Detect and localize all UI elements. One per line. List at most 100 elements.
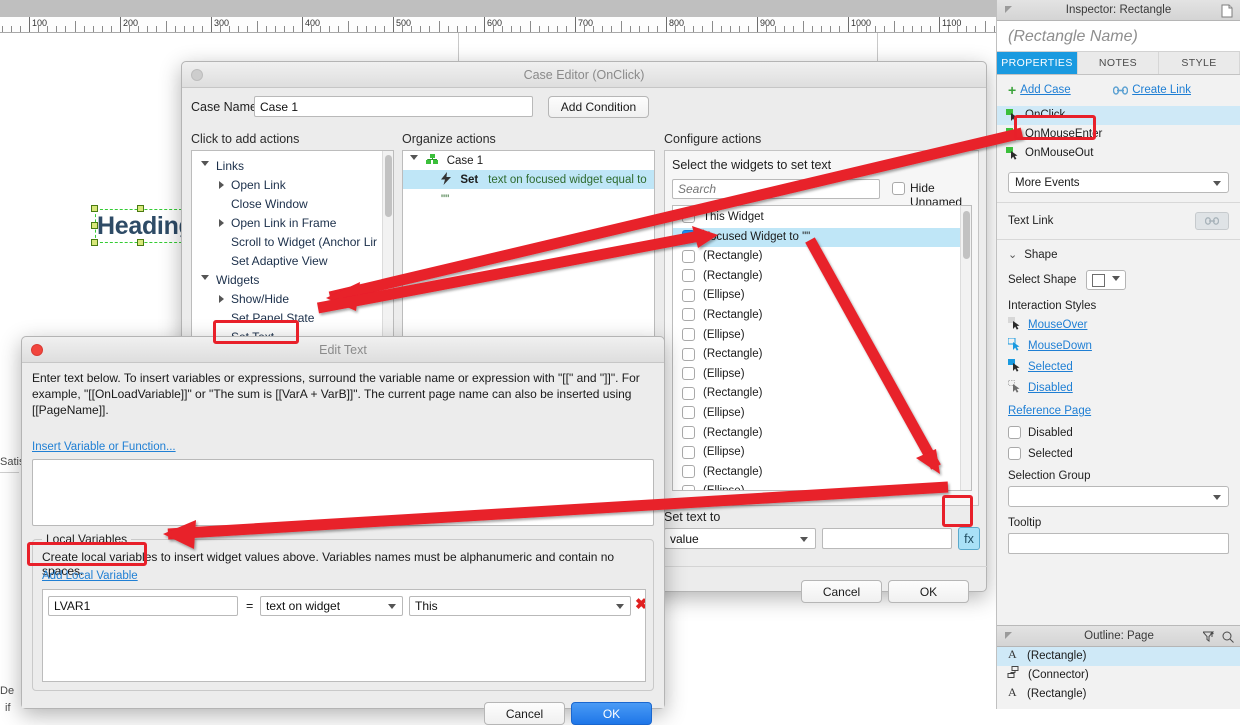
filter-icon[interactable] [1203,631,1215,643]
insert-variable-link[interactable]: Insert Variable or Function... [32,441,176,453]
widget-list-row[interactable]: (Ellipse) [673,286,971,306]
tooltip-input[interactable] [1008,533,1229,554]
interaction-style-mouseover[interactable]: MouseOver [1008,317,1229,333]
lvar-target-select[interactable]: This [409,596,631,616]
event-onmouseout[interactable]: OnMouseOut [997,144,1240,163]
widget-checkbox[interactable] [682,445,695,459]
value-input[interactable] [822,528,952,549]
tab-notes[interactable]: NOTES [1078,52,1159,74]
chevron-down-icon[interactable] [410,155,418,164]
widget-checkbox[interactable] [682,249,695,263]
selected-row[interactable]: Selected [1008,447,1229,460]
interaction-style-link[interactable]: Selected [1028,361,1073,373]
interaction-style-mousedown[interactable]: MouseDown [1007,337,1229,354]
widget-name-field[interactable]: (Rectangle Name) [997,21,1240,52]
link-icon[interactable] [1113,85,1129,95]
widget-list-row[interactable]: (Rectangle) [673,306,971,326]
selected-checkbox[interactable] [1008,447,1021,460]
case-editor-cancel-button[interactable]: Cancel [801,580,882,603]
close-button[interactable] [31,344,43,356]
outline-row[interactable]: (Connector) [997,665,1240,685]
tab-style[interactable]: STYLE [1159,52,1240,74]
interaction-style-disabled[interactable]: Disabled [1008,380,1229,396]
page-icon[interactable] [1221,4,1233,18]
interaction-style-link[interactable]: MouseDown [1028,340,1092,352]
interaction-style-selected[interactable]: Selected [1008,359,1229,375]
action-tree-item[interactable]: Widgets [192,269,393,288]
inspector-panel[interactable]: Inspector: Rectangle (Rectangle Name) PR… [996,0,1240,709]
action-tree-item[interactable]: Show/Hide [192,288,393,307]
add-condition-button[interactable]: Add Condition [548,96,649,118]
heading-widget[interactable]: Heading [91,205,194,246]
widget-list-row[interactable]: (Rectangle) [673,384,971,404]
tab-properties[interactable]: PROPERTIES [997,52,1078,74]
case-name-input[interactable] [254,96,533,117]
actions-tree[interactable]: Links Open Link Close Window Open Link in F… [192,151,393,345]
widget-list-row[interactable]: (Ellipse) [673,482,971,490]
widget-checkbox[interactable] [682,465,695,479]
action-tree-item[interactable]: Open Link [192,174,393,193]
action-tree-item[interactable]: Set Adaptive View [192,250,393,269]
action-tree-item[interactable]: Close Window [192,193,393,212]
chevron-down-icon[interactable] [201,161,209,170]
close-button[interactable] [191,69,203,81]
edit-text-cancel-button[interactable]: Cancel [484,702,565,725]
widget-list-row[interactable]: This Widget [673,208,971,228]
widget-list-row[interactable]: (Rectangle) [673,267,971,287]
reference-page-link[interactable]: Reference Page [1008,405,1229,417]
widget-checkbox[interactable] [682,269,695,283]
widget-checkbox[interactable] [682,426,695,439]
interaction-style-link[interactable]: Disabled [1028,382,1073,394]
widget-checkbox[interactable] [682,386,695,400]
collapse-arrow-icon[interactable] [1004,631,1015,642]
outline-panel[interactable]: Outline: Page A (Rectangle) (Connector) A (R… [997,625,1240,709]
scroll-thumb[interactable] [385,155,392,217]
widget-list-row[interactable]: (Rectangle) [673,345,971,365]
widget-checkbox[interactable] [682,210,695,224]
widget-search-input[interactable] [672,179,880,199]
create-link-link[interactable]: Create Link [1132,84,1191,96]
widget-checkbox[interactable] [682,288,695,302]
resize-handle-sw[interactable] [91,239,98,246]
configure-actions-panel[interactable]: Select the widgets to set text Hide Unna… [664,150,979,506]
outline-list[interactable]: A (Rectangle) (Connector) A (Rectangle) [997,647,1240,704]
inspector-tabs[interactable]: PROPERTIES NOTES STYLE [997,52,1240,75]
action-tree-item[interactable]: Open Link in Frame [192,212,393,231]
widget-list[interactable]: This Widget Focused Widget to "" (Rectangl… [672,205,972,491]
widget-checkbox[interactable] [682,406,695,420]
resize-handle-n[interactable] [137,205,144,212]
widget-checkbox[interactable] [682,484,695,490]
chevron-down-icon[interactable] [201,275,209,284]
search-icon[interactable] [1222,631,1234,643]
interaction-styles-list[interactable]: MouseOver MouseDown Selected Disabled [1007,317,1229,396]
outline-row[interactable]: A (Rectangle) [997,647,1240,666]
resize-handle-w[interactable] [91,222,98,229]
widget-checkbox[interactable] [682,308,695,322]
disabled-row[interactable]: Disabled [1008,426,1229,439]
chevron-right-icon[interactable] [219,295,224,303]
widget-list-row[interactable]: (Rectangle) [673,247,971,267]
chevron-right-icon[interactable] [219,219,224,227]
value-type-select[interactable]: value [664,528,816,549]
widget-checkbox-checked[interactable] [682,229,695,249]
text-link-button[interactable] [1195,212,1229,230]
lvar-delete-icon[interactable]: ✖ [635,596,645,614]
action-tree-item[interactable]: Scroll to Widget (Anchor Lir [192,231,393,250]
action-tree-item[interactable]: Links [192,155,393,174]
edit-text-ok-button[interactable]: OK [571,702,652,725]
select-shape-dropdown[interactable] [1086,270,1127,290]
shape-section[interactable]: ⌄ Shape Select Shape Interaction Styles … [997,240,1240,554]
widget-checkbox[interactable] [682,367,695,381]
widget-list-row[interactable]: (Ellipse) [673,365,971,385]
plus-icon[interactable]: + [1008,82,1016,98]
hide-unnamed-checkbox[interactable] [892,182,905,195]
lvar-name-input[interactable]: LVAR1 [48,596,238,616]
add-local-variable-link[interactable]: Add Local Variable [42,570,138,582]
local-variables-list[interactable]: LVAR1 = text on widget This ✖ [42,589,646,682]
fx-button[interactable]: fx [958,527,980,550]
widget-checkbox[interactable] [682,347,695,361]
widget-list-row[interactable]: (Rectangle) [673,463,971,483]
widget-list-row[interactable]: (Ellipse) [673,326,971,346]
add-case-link[interactable]: Add Case [1020,84,1071,96]
resize-handle-nw[interactable] [91,205,98,212]
